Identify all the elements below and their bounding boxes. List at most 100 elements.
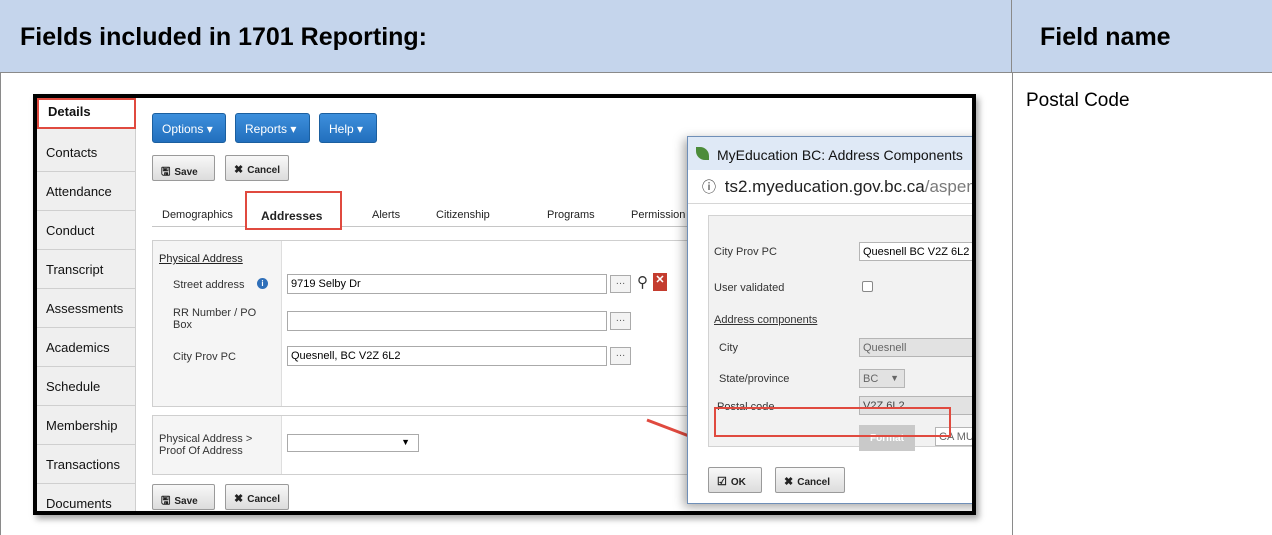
- floppy-disk-icon: 🖫: [161, 495, 171, 507]
- help-button[interactable]: Help ▾: [319, 113, 377, 143]
- table-left-border: [0, 73, 1, 535]
- sidebar-item-label: Transactions: [46, 457, 120, 472]
- sidebar-item-membership[interactable]: Membership: [37, 406, 136, 445]
- sidebar-item-label: Attendance: [46, 184, 112, 199]
- sidebar-item-label: Assessments: [46, 301, 124, 316]
- sidebar-item-schedule[interactable]: Schedule: [37, 367, 136, 406]
- city-prov-pc-input[interactable]: Quesnell, BC V2Z 6L2: [287, 346, 607, 366]
- sidebar-item-documents[interactable]: Documents: [37, 484, 136, 511]
- tab-citizenship[interactable]: Citizenship: [436, 197, 490, 227]
- sidebar-item-transactions[interactable]: Transactions: [37, 445, 136, 484]
- save-button-label: Save: [174, 496, 198, 507]
- sidebar-item-label: Schedule: [46, 379, 101, 394]
- tab-label: Alerts: [372, 209, 401, 221]
- user-validated-label: User validated: [714, 282, 785, 294]
- sidebar-item-label: Academics: [46, 340, 110, 355]
- bottom-save-button[interactable]: 🖫 Save: [152, 484, 215, 510]
- url-host: ts2.myeducation.gov.bc.ca: [724, 177, 925, 196]
- tab-demographics[interactable]: Demographics: [162, 197, 233, 227]
- popup-cancel-button[interactable]: ✖ Cancel: [775, 467, 845, 493]
- sidebar-item-details[interactable]: Details: [37, 98, 136, 129]
- caret-down-icon: ▾: [290, 122, 297, 136]
- close-icon: ✖: [784, 476, 794, 488]
- reports-button-label: Reports: [245, 122, 288, 136]
- city-prov-pc-label: City Prov PC: [173, 351, 236, 363]
- caret-down-icon: ▼: [401, 437, 410, 447]
- sidebar-item-academics[interactable]: Academics: [37, 328, 136, 367]
- tab-programs[interactable]: Programs: [547, 197, 595, 227]
- tab-bar: Demographics Addresses Alerts Citizenshi…: [152, 191, 742, 230]
- tab-alerts[interactable]: Alerts: [372, 197, 400, 227]
- caret-down-icon: ▼: [890, 373, 899, 383]
- rr-number-input[interactable]: [287, 311, 607, 331]
- search-icon[interactable]: ⚲: [637, 273, 648, 291]
- tab-permission[interactable]: Permission: [631, 197, 685, 227]
- sidebar-item-label: Membership: [46, 418, 118, 433]
- header-fields-label: Fields included in 1701 Reporting:: [20, 23, 428, 51]
- info-icon: ⓘ: [702, 179, 716, 195]
- close-icon: ✖: [234, 164, 244, 176]
- caret-down-icon: ▾: [357, 122, 364, 136]
- rr-number-label: RR Number / PO Box: [173, 307, 257, 331]
- state-province-select[interactable]: BC ▼: [859, 369, 905, 388]
- sidebar-item-label: Conduct: [46, 223, 95, 238]
- sidebar-item-label: Transcript: [46, 262, 104, 277]
- floppy-disk-icon: 🖫: [161, 166, 171, 178]
- city-prov-pc-field[interactable]: Quesnell BC V2Z 6L2: [859, 242, 972, 261]
- address-components-heading: Address components: [714, 314, 818, 326]
- state-province-label: State/province: [719, 373, 790, 385]
- proof-of-address-select[interactable]: ▼: [287, 434, 419, 452]
- table-column-divider: [1012, 73, 1013, 535]
- options-button-label: Options: [162, 122, 204, 136]
- tab-label: Permission: [631, 209, 686, 221]
- sidebar-item-conduct[interactable]: Conduct: [37, 211, 136, 250]
- tab-label: Addresses: [261, 209, 323, 223]
- user-validated-checkbox[interactable]: [862, 281, 873, 292]
- city-field[interactable]: Quesnell: [859, 338, 972, 357]
- sidebar-item-label: Documents: [46, 496, 112, 511]
- physical-address-panel: Physical Address Street address i 9719 S…: [152, 240, 742, 407]
- popup-title: MyEducation BC: Address Components: [717, 147, 963, 163]
- reports-button[interactable]: Reports ▾: [235, 113, 310, 143]
- tab-addresses[interactable]: Addresses: [245, 191, 342, 230]
- street-address-label: Street address: [173, 279, 245, 291]
- tab-label: Demographics: [162, 209, 233, 221]
- header-field-name: Field name: [1012, 0, 1272, 73]
- info-icon[interactable]: i: [257, 278, 268, 289]
- city-prov-pc-label: City Prov PC: [714, 246, 777, 258]
- physical-address-heading: Physical Address: [159, 253, 243, 265]
- proof-of-address-label: Physical Address > Proof Of Address: [159, 433, 253, 457]
- ok-button[interactable]: ☑ OK: [708, 467, 762, 493]
- ok-button-label: OK: [730, 477, 746, 488]
- cancel-button[interactable]: ✖ Cancel: [225, 155, 289, 181]
- rr-number-lookup-button[interactable]: …: [610, 312, 631, 330]
- popup-title-bar: MyEducation BC: Address Components: [688, 137, 972, 170]
- embedded-screenshot: Details Contacts Attendance Conduct Tran…: [33, 94, 976, 515]
- url-path: /aspen: [924, 177, 976, 196]
- caret-down-icon: ▾: [206, 122, 213, 136]
- street-address-lookup-button[interactable]: …: [610, 275, 631, 293]
- help-button-label: Help: [329, 122, 354, 136]
- postal-code-highlight: [714, 407, 951, 437]
- popup-address-bar[interactable]: ⓘ ts2.myeducation.gov.bc.ca/aspen: [688, 170, 976, 204]
- side-navigation: Details Contacts Attendance Conduct Tran…: [37, 98, 136, 511]
- header-field-name-label: Field name: [1040, 23, 1171, 51]
- options-button[interactable]: Options ▾: [152, 113, 226, 143]
- bottom-cancel-button[interactable]: ✖ Cancel: [225, 484, 289, 510]
- cancel-button-label: Cancel: [247, 494, 281, 505]
- checkbox-icon: ☑: [717, 476, 727, 488]
- sidebar-item-contacts[interactable]: Contacts: [37, 133, 136, 172]
- sidebar-item-label: Contacts: [46, 145, 98, 160]
- sidebar-item-attendance[interactable]: Attendance: [37, 172, 136, 211]
- street-address-input[interactable]: 9719 Selby Dr: [287, 274, 607, 294]
- document-table: Fields included in 1701 Reporting: Field…: [0, 0, 1272, 535]
- save-button[interactable]: 🖫 Save: [152, 155, 215, 181]
- city-prov-pc-lookup-button[interactable]: …: [610, 347, 631, 365]
- sidebar-item-assessments[interactable]: Assessments: [37, 289, 136, 328]
- city-label: City: [719, 342, 738, 354]
- field-name-value: Postal Code: [1026, 90, 1130, 111]
- tab-label: Citizenship: [436, 209, 490, 221]
- remove-icon[interactable]: ✕: [653, 273, 667, 291]
- popup-cancel-button-label: Cancel: [797, 477, 831, 488]
- sidebar-item-transcript[interactable]: Transcript: [37, 250, 136, 289]
